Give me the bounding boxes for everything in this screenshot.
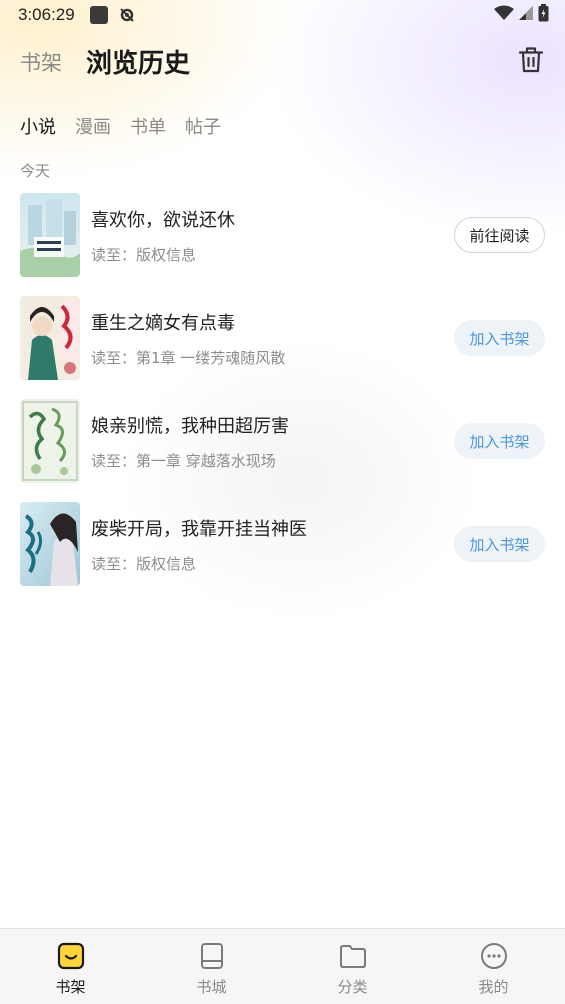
reading-progress: 读至：版权信息 [91,246,197,264]
profile-icon [480,942,508,970]
book-title[interactable]: 重生之嫡女有点毒 [91,309,235,335]
nav-categories[interactable]: 分类 [282,929,423,1004]
reading-progress: 读至：版权信息 [91,555,197,573]
book-title[interactable]: 喜欢你，欲说还休 [91,206,235,232]
add-to-shelf-button[interactable]: 加入书架 [454,423,545,459]
status-indicators [494,4,549,26]
bottom-nav: 书架 书城 分类 我的 [0,928,565,1004]
notification-app-icon [90,6,108,24]
delete-history-button[interactable] [516,45,546,75]
history-item[interactable]: 重生之嫡女有点毒 读至：第1章 一缕芳魂随风散 加入书架 [0,296,565,380]
add-to-shelf-button[interactable]: 加入书架 [454,526,545,562]
book-title[interactable]: 废柴开局，我靠开挂当神医 [91,515,307,541]
wifi-icon [494,5,514,25]
book-cover[interactable] [20,193,80,277]
book-cover[interactable] [20,399,80,483]
add-to-shelf-button[interactable]: 加入书架 [454,320,545,356]
battery-icon [538,4,549,26]
history-item[interactable]: 喜欢你，欲说还休 读至：版权信息 前往阅读 [0,193,565,277]
tab-novel[interactable]: 小说 [20,113,56,139]
status-time: 3:06:29 [18,5,75,24]
continue-reading-button[interactable]: 前往阅读 [454,217,545,253]
notification-camera-icon [118,6,136,24]
book-icon [198,942,226,970]
bookshelf-icon [57,942,85,970]
tab-booklist[interactable]: 书单 [130,113,166,139]
reading-progress: 读至：第1章 一缕芳魂随风散 [91,349,286,367]
category-tabs: 小说 漫画 书单 帖子 [20,113,221,139]
nav-label: 分类 [337,978,368,996]
signal-icon [518,5,534,25]
nav-profile[interactable]: 我的 [423,929,564,1004]
history-item[interactable]: 废柴开局，我靠开挂当神医 读至：版权信息 加入书架 [0,502,565,586]
nav-bookshelf[interactable]: 书架 [0,929,141,1004]
trash-icon [518,47,544,73]
book-title[interactable]: 娘亲别慌，我种田超厉害 [91,412,289,438]
nav-label: 书城 [196,978,227,996]
book-cover[interactable] [20,502,80,586]
page-title: 浏览历史 [86,49,191,79]
section-label-today: 今天 [20,162,51,180]
status-bar: 3:06:29 [0,0,565,30]
tab-comic[interactable]: 漫画 [75,113,111,139]
book-cover[interactable] [20,296,80,380]
nav-bookstore[interactable]: 书城 [141,929,282,1004]
folder-icon [339,942,367,970]
nav-label: 我的 [478,978,509,996]
reading-progress: 读至：第一章 穿越落水现场 [91,452,276,470]
tab-posts[interactable]: 帖子 [185,113,221,139]
tab-bookshelf[interactable]: 书架 [20,47,62,77]
history-item[interactable]: 娘亲别慌，我种田超厉害 读至：第一章 穿越落水现场 加入书架 [0,399,565,483]
nav-label: 书架 [55,978,86,996]
